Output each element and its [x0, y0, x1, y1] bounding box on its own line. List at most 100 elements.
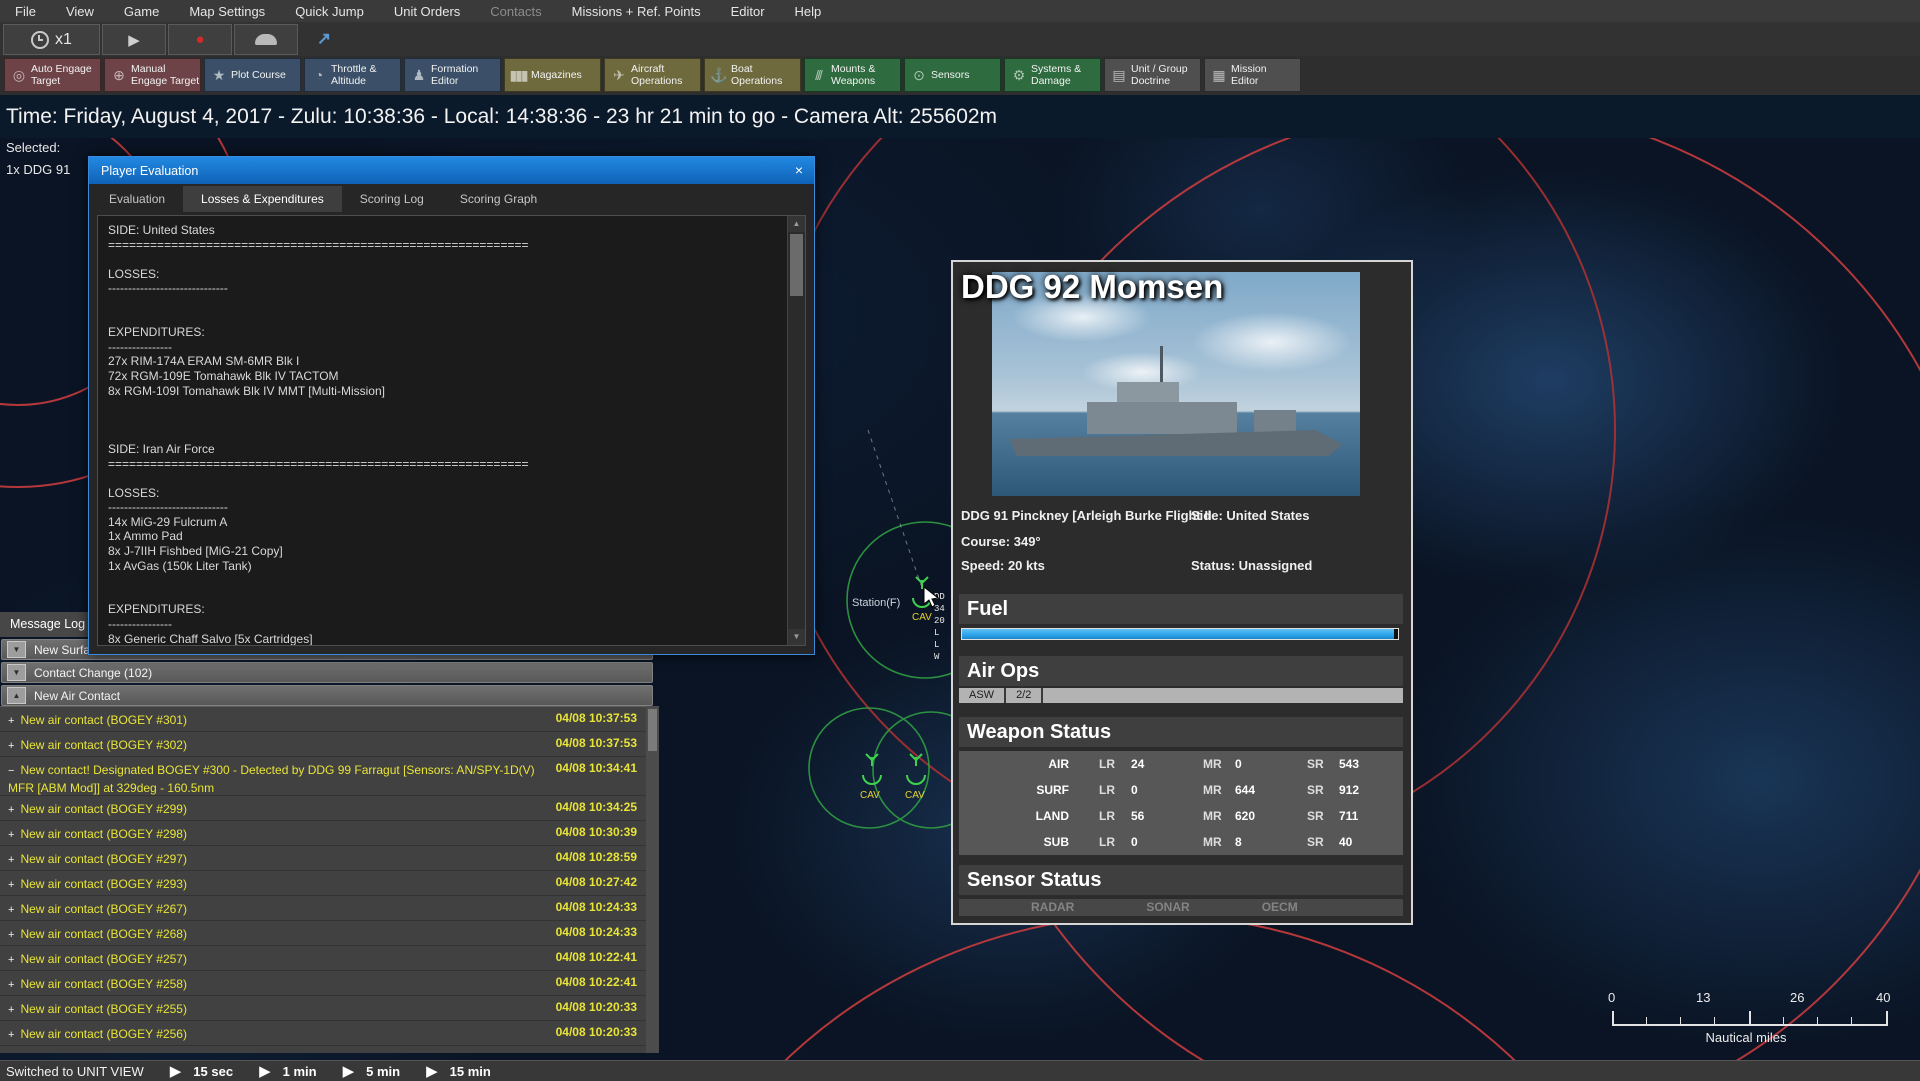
plot-course-button[interactable]: ★ Plot Course — [204, 58, 301, 92]
boat-operations-button[interactable]: ⚓ Boat Operations — [704, 58, 801, 92]
play-button[interactable]: ▶ — [102, 24, 166, 55]
formation-editor-button[interactable]: ♟ Formation Editor — [404, 58, 501, 92]
msg-group-new-air-contact[interactable]: ▲ New Air Contact — [1, 685, 653, 706]
tab-evaluation[interactable]: Evaluation — [91, 186, 183, 212]
time-step-5min[interactable]: 5 min — [366, 1064, 400, 1079]
message-time: 04/08 10:24:33 — [555, 925, 637, 939]
step-arrow-icon[interactable]: ▶ — [259, 1062, 271, 1080]
menu-file[interactable]: File — [0, 4, 51, 19]
aircraft-operations-button[interactable]: ✈ Aircraft Operations — [604, 58, 701, 92]
weapon-value: 40 — [1339, 835, 1353, 849]
dialog-scrollbar[interactable]: ▲ ▼ — [787, 216, 805, 645]
scale-tick-label: 40 — [1876, 990, 1891, 1005]
message-row[interactable]: + New air contact (BOGEY #293) 04/08 10:27… — [0, 871, 659, 896]
expand-plus-icon[interactable]: + — [8, 979, 14, 991]
close-icon[interactable]: × — [790, 161, 808, 179]
step-arrow-icon[interactable]: ▶ — [170, 1062, 182, 1080]
menu-help[interactable]: Help — [780, 4, 837, 19]
systems-damage-button[interactable]: ⚙ Systems & Damage — [1004, 58, 1101, 92]
menu-editor[interactable]: Editor — [716, 4, 780, 19]
message-row[interactable]: + New air contact (BOGEY #297) 04/08 10:28… — [0, 846, 659, 871]
jump-button[interactable]: ↗ — [300, 24, 348, 53]
message-scrollbar[interactable] — [646, 706, 659, 1053]
sensor-sonar-button[interactable]: SONAR — [1146, 899, 1189, 916]
tab-losses-expenditures[interactable]: Losses & Expenditures — [183, 186, 342, 212]
tb-label-line: Editor — [431, 75, 459, 87]
message-time: 04/08 10:34:25 — [555, 800, 637, 814]
expand-plus-icon[interactable]: + — [8, 854, 14, 866]
message-row[interactable]: + New air contact (BOGEY #255) 04/08 10:20… — [0, 996, 659, 1021]
tab-scoring-log[interactable]: Scoring Log — [342, 186, 442, 212]
mission-editor-button[interactable]: ▦ Mission Editor — [1204, 58, 1301, 92]
menu-game[interactable]: Game — [109, 4, 174, 19]
map-scale: 0 13 26 40 Nautical miles — [1600, 990, 1892, 1052]
msg-group-contact-change[interactable]: ▼ Contact Change (102) — [1, 662, 653, 683]
scale-tick-label: 13 — [1696, 990, 1711, 1005]
air-ops-type[interactable]: ASW — [959, 688, 1007, 703]
auto-engage-target-button[interactable]: ◎ Auto Engage Target — [4, 58, 101, 92]
message-text: New air contact (BOGEY #302) — [20, 738, 187, 752]
time-step-15sec[interactable]: 15 sec — [193, 1064, 233, 1079]
menu-unit-orders[interactable]: Unit Orders — [379, 4, 475, 19]
step-arrow-icon[interactable]: ▶ — [426, 1062, 438, 1080]
message-row[interactable]: + New air contact (BOGEY #257) 04/08 10:22… — [0, 946, 659, 971]
weapon-value: 644 — [1235, 783, 1256, 797]
expand-plus-icon[interactable]: + — [8, 954, 14, 966]
message-text: New air contact (BOGEY #293) — [20, 877, 187, 891]
menu-map-settings[interactable]: Map Settings — [174, 4, 280, 19]
throttle-altitude-button[interactable]: ◔ Throttle & Altitude — [304, 58, 401, 92]
manual-engage-target-button[interactable]: ⊕ Manual Engage Target — [104, 58, 201, 92]
auto-engage-icon: ◎ — [12, 66, 25, 83]
sensors-button[interactable]: ⊙ Sensors — [904, 58, 1001, 92]
tb-label-line: Plot Course — [231, 69, 286, 81]
expand-plus-icon[interactable]: + — [8, 804, 14, 816]
recorder-button[interactable] — [234, 24, 298, 55]
mounts-weapons-button[interactable]: /// Mounts & Weapons — [804, 58, 901, 92]
tab-scoring-graph[interactable]: Scoring Graph — [442, 186, 555, 212]
tb-label-line: Aircraft — [631, 63, 665, 75]
collapse-minus-icon[interactable]: − — [8, 765, 14, 777]
time-step-15min[interactable]: 15 min — [450, 1064, 491, 1079]
message-row[interactable]: + New air contact (BOGEY #256) 04/08 10:20… — [0, 1021, 659, 1046]
message-row[interactable]: + New air contact (BOGEY #298) 04/08 10:30… — [0, 821, 659, 846]
message-row[interactable]: + New air contact (BOGEY #302) 04/08 10:37… — [0, 732, 659, 757]
expand-plus-icon[interactable]: + — [8, 715, 14, 727]
message-row[interactable]: + New air contact (BOGEY #267) 04/08 10:24… — [0, 896, 659, 921]
dialog-scroll-thumb[interactable] — [790, 234, 803, 296]
main-toolbar: ◎ Auto Engage Target ⊕ Manual Engage Targe… — [0, 56, 1920, 95]
magazines-button[interactable]: ▮▮▮ Magazines — [504, 58, 601, 92]
step-arrow-icon[interactable]: ▶ — [343, 1062, 355, 1080]
expand-plus-icon[interactable]: + — [8, 1029, 14, 1041]
collapse-toggle-icon[interactable]: ▼ — [7, 641, 26, 658]
expand-toggle-icon[interactable]: ▲ — [7, 687, 26, 704]
message-row[interactable]: + New air contact (BOGEY #258) 04/08 10:22… — [0, 971, 659, 996]
cav-label-1: CAV — [912, 612, 932, 623]
collapse-toggle-icon[interactable]: ▼ — [7, 664, 26, 681]
message-row[interactable]: + New air contact (BOGEY #301) 04/08 10:37… — [0, 707, 659, 732]
unit-group-doctrine-button[interactable]: ▤ Unit / Group Doctrine — [1104, 58, 1201, 92]
time-step-1min[interactable]: 1 min — [283, 1064, 317, 1079]
record-button[interactable]: ● — [168, 24, 232, 55]
sensor-oecm-button[interactable]: OECM — [1262, 899, 1298, 916]
message-scroll-thumb[interactable] — [648, 709, 657, 751]
losses-expenditures-text-area[interactable]: SIDE: United States ====================… — [97, 215, 806, 646]
scroll-down-icon[interactable]: ▼ — [788, 629, 805, 645]
message-row[interactable]: + New air contact (BOGEY #268) 04/08 10:24… — [0, 921, 659, 946]
expand-plus-icon[interactable]: + — [8, 879, 14, 891]
scroll-up-icon[interactable]: ▲ — [788, 216, 805, 232]
menu-missions-ref-points[interactable]: Missions + Ref. Points — [557, 4, 716, 19]
fuel-fill — [962, 629, 1394, 639]
menu-view[interactable]: View — [51, 4, 109, 19]
menu-quick-jump[interactable]: Quick Jump — [280, 4, 379, 19]
sensor-radar-button[interactable]: RADAR — [1031, 899, 1074, 916]
expand-plus-icon[interactable]: + — [8, 1004, 14, 1016]
ship-stack — [1254, 410, 1296, 432]
expand-plus-icon[interactable]: + — [8, 929, 14, 941]
expand-plus-icon[interactable]: + — [8, 904, 14, 916]
dialog-title-bar[interactable]: Player Evaluation — [89, 157, 814, 184]
time-compression-button[interactable]: x1 — [3, 24, 100, 55]
expand-plus-icon[interactable]: + — [8, 829, 14, 841]
message-row[interactable]: − New contact! Designated BOGEY #300 - De… — [0, 757, 659, 796]
message-row[interactable]: + New air contact (BOGEY #299) 04/08 10:34… — [0, 796, 659, 821]
expand-plus-icon[interactable]: + — [8, 740, 14, 752]
